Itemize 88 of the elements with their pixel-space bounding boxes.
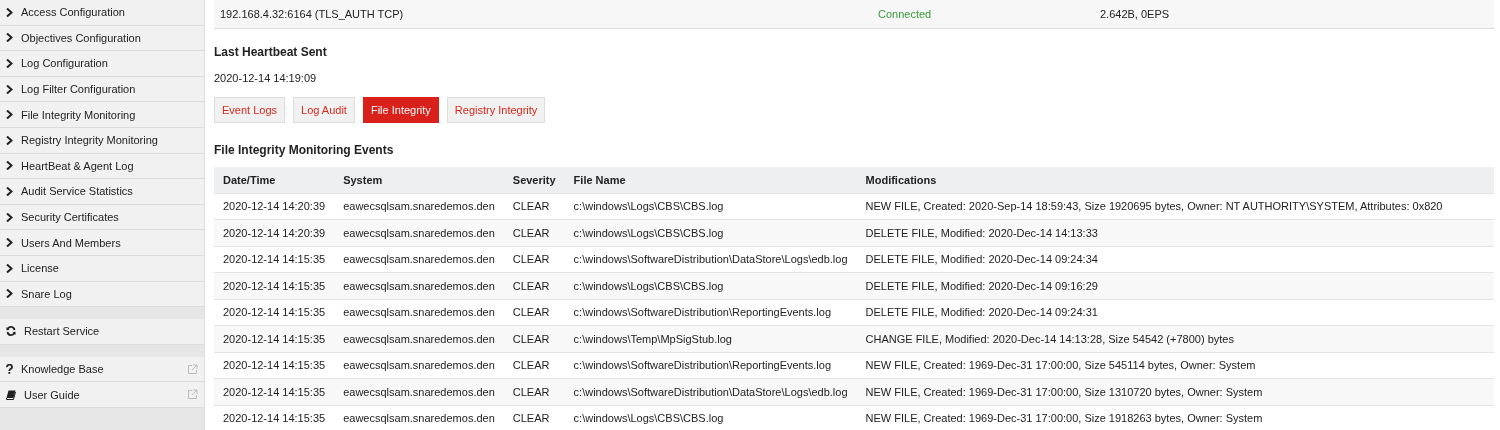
table-cell: c:\windows\Logs\CBS\CBS.log <box>564 193 857 220</box>
question-mark-icon <box>6 364 13 374</box>
sidebar-menu-item[interactable]: Snare Log <box>0 281 204 308</box>
table-cell: c:\windows\Logs\CBS\CBS.log <box>564 272 857 299</box>
table-cell: CLEAR <box>503 405 565 430</box>
external-link-icon <box>187 389 198 401</box>
table-cell: eawecsqlsam.snaredemos.den <box>334 325 504 352</box>
sidebar-menu-item[interactable]: License <box>0 255 204 282</box>
table-cell: CLEAR <box>503 193 565 220</box>
column-header: File Name <box>564 167 857 193</box>
table-cell: DELETE FILE, Modified: 2020-Dec-14 09:16:29 <box>856 272 1494 299</box>
table-cell: eawecsqlsam.snaredemos.den <box>334 272 504 299</box>
sidebar-menu-item[interactable]: HeartBeat & Agent Log <box>0 153 204 180</box>
table-cell: eawecsqlsam.snaredemos.den <box>334 378 504 405</box>
connection-status: Connected <box>878 8 933 20</box>
column-header: Date/Time <box>214 167 335 193</box>
table-cell: 2020-12-14 14:15:35 <box>214 246 335 273</box>
table-cell: NEW FILE, Created: 1969-Dec-31 17:00:00, Size 1310720 bytes, Owner: System <box>856 378 1494 405</box>
external-link-icon <box>187 363 198 375</box>
table-cell: c:\windows\Logs\CBS\CBS.log <box>564 219 857 246</box>
refresh-icon <box>6 326 16 337</box>
chevron-right-icon <box>6 289 13 299</box>
tab[interactable]: Log Audit <box>293 97 355 123</box>
table-cell: DELETE FILE, Modified: 2020-Dec-14 09:24:34 <box>856 246 1494 273</box>
table-cell: eawecsqlsam.snaredemos.den <box>334 219 504 246</box>
chevron-right-icon <box>6 212 13 222</box>
table-cell: 2020-12-14 14:15:35 <box>214 352 335 379</box>
tab[interactable]: Event Logs <box>214 97 286 123</box>
column-header: Modifications <box>856 167 1494 193</box>
table-cell: CLEAR <box>503 299 565 326</box>
table-cell: NEW FILE, Created: 1969-Dec-31 17:00:00, Size 1918263 bytes, Owner: System <box>856 405 1494 430</box>
chevron-right-icon <box>6 33 13 43</box>
table-cell: c:\windows\SoftwareDistribution\ReportingEvents.log <box>564 352 857 379</box>
chevron-right-icon <box>6 84 13 94</box>
chevron-right-icon <box>6 110 13 120</box>
table-cell: eawecsqlsam.snaredemos.den <box>334 246 504 273</box>
table-cell: DELETE FILE, Modified: 2020-Dec-14 09:24:31 <box>856 299 1494 326</box>
chevron-right-icon <box>6 7 13 17</box>
chevron-right-icon <box>6 59 13 68</box>
connection-rate: 2.642B, 0EPS <box>1100 8 1171 20</box>
table-cell: eawecsqlsam.snaredemos.den <box>334 352 504 379</box>
table-cell: c:\windows\SoftwareDistribution\DataStore\Logs\edb.log <box>564 378 857 405</box>
table-cell: NEW FILE, Created: 2020-Sep-14 18:59:43, Size 1920695 bytes, Owner: NT AUTHORITY\SYSTEM, Attributes: 0x820 <box>856 193 1494 220</box>
table-cell: 2020-12-14 14:15:35 <box>214 325 335 352</box>
column-header: System <box>334 167 504 193</box>
table-cell: 2020-12-14 14:20:39 <box>214 219 335 246</box>
table-cell: c:\windows\SoftwareDistribution\DataStore\Logs\edb.log <box>564 246 857 273</box>
table-cell: c:\windows\Temp\MpSigStub.log <box>564 325 857 352</box>
table-cell: 2020-12-14 14:15:35 <box>214 378 335 405</box>
table-title: File Integrity Monitoring Events <box>214 143 395 157</box>
table-cell: CHANGE FILE, Modified: 2020-Dec-14 14:13:28, Size 54542 (+7800) bytes <box>856 325 1494 352</box>
sidebar-link[interactable]: Knowledge Base <box>0 356 204 383</box>
table-cell: CLEAR <box>503 246 565 273</box>
column-header: Severity <box>503 167 565 193</box>
table-cell: NEW FILE, Created: 1969-Dec-31 17:00:00, Size 545114 bytes, Owner: System <box>856 352 1494 379</box>
chevron-right-icon <box>6 238 13 248</box>
sidebar-menu-item[interactable]: Registry Integrity Monitoring <box>0 127 204 154</box>
chevron-right-icon <box>6 263 13 273</box>
table-cell: eawecsqlsam.snaredemos.den <box>334 299 504 326</box>
sidebar-menu-item[interactable]: File Integrity Monitoring <box>0 102 204 128</box>
chevron-right-icon <box>6 161 13 171</box>
table-cell: c:\windows\Logs\CBS\CBS.log <box>564 405 857 430</box>
sidebar-menu-item[interactable]: Log Configuration <box>0 51 204 77</box>
tab[interactable]: Registry Integrity <box>446 97 546 123</box>
sidebar-menu-item[interactable]: Log Filter Configuration <box>0 76 204 103</box>
book-icon <box>6 389 16 400</box>
table-cell: 2020-12-14 14:15:35 <box>214 272 335 299</box>
sidebar-menu-item[interactable]: Access Configuration <box>0 0 204 26</box>
table-cell: 2020-12-14 14:15:35 <box>214 405 335 430</box>
table-cell: CLEAR <box>503 352 565 379</box>
connection-address: 192.168.4.32:6164 (TLS_AUTH TCP) <box>220 8 405 20</box>
table-cell: 2020-12-14 14:15:35 <box>214 299 335 326</box>
table-cell: eawecsqlsam.snaredemos.den <box>334 193 504 220</box>
table-cell: DELETE FILE, Modified: 2020-Dec-14 14:13:33 <box>856 219 1494 246</box>
sidebar-menu-item[interactable]: Security Certificates <box>0 204 204 231</box>
chevron-right-icon <box>6 186 13 196</box>
sidebar-link[interactable]: Restart Service <box>0 319 204 345</box>
section-heading: Last Heartbeat Sent <box>214 45 328 59</box>
chevron-right-icon <box>6 135 13 145</box>
table-cell: eawecsqlsam.snaredemos.den <box>334 405 504 430</box>
sidebar-menu-item[interactable]: Users And Members <box>0 230 204 256</box>
sidebar-menu-item[interactable]: Objectives Configuration <box>0 25 204 52</box>
table-cell: c:\windows\SoftwareDistribution\ReportingEvents.log <box>564 299 857 326</box>
table-cell: 2020-12-14 14:20:39 <box>214 193 335 220</box>
tab[interactable]: File Integrity <box>362 97 439 123</box>
sidebar-link[interactable]: User Guide <box>0 382 204 408</box>
heartbeat-time: 2020-12-14 14:19:09 <box>214 72 318 84</box>
sidebar-menu-item[interactable]: Audit Service Statistics <box>0 179 204 205</box>
